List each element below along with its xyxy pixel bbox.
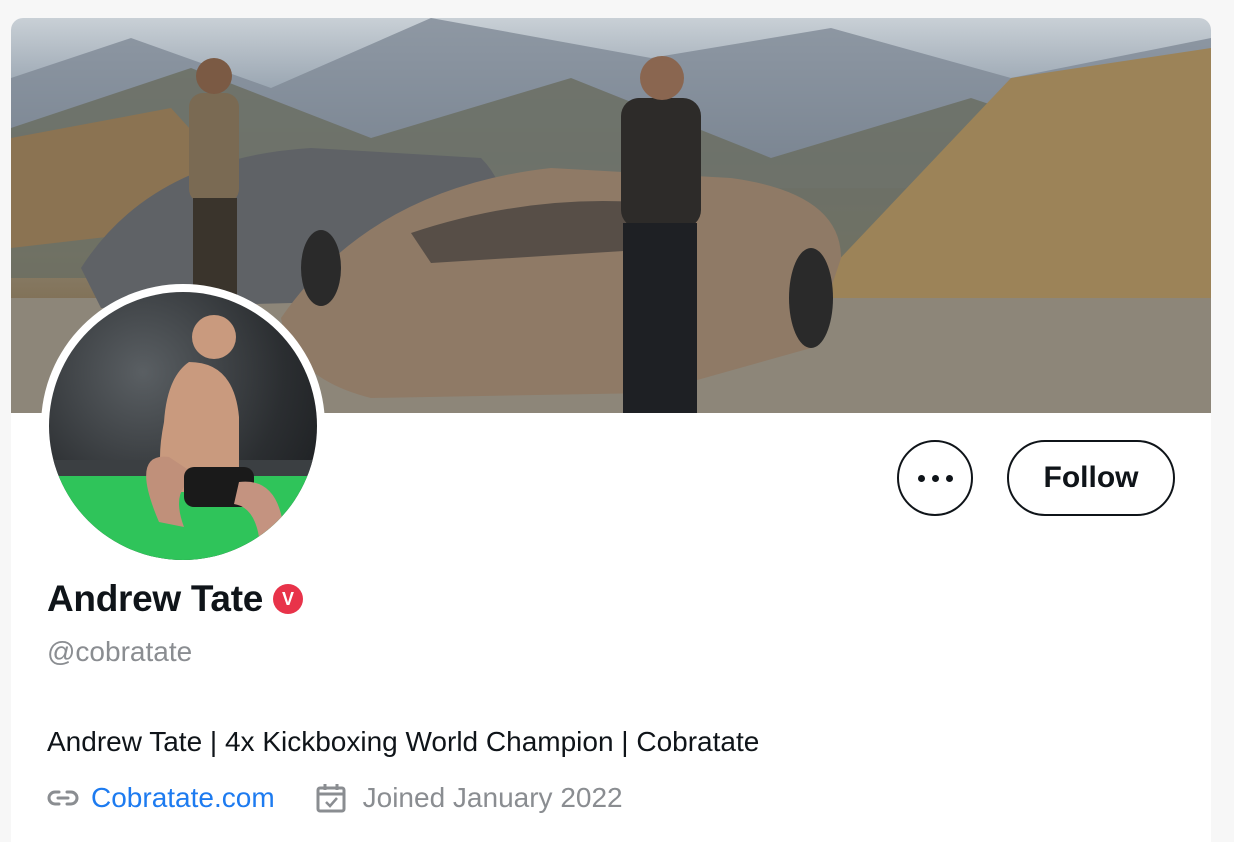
more-options-button[interactable]: [897, 440, 973, 516]
profile-display-name: Andrew Tate: [47, 578, 263, 619]
profile-website-link[interactable]: Cobratate.com: [91, 782, 275, 814]
profile-name-row: Andrew Tate V: [47, 578, 303, 620]
profile-avatar[interactable]: [41, 284, 325, 568]
profile-bio: Andrew Tate | 4x Kickboxing World Champi…: [47, 726, 760, 757]
profile-joined-date: Joined January 2022: [362, 782, 623, 813]
profile-handle: @cobratate: [47, 636, 193, 667]
ellipsis-icon: [917, 474, 925, 482]
ellipsis-icon: [931, 474, 939, 482]
calendar-icon: [316, 784, 346, 813]
follow-button[interactable]: Follow: [1007, 440, 1175, 516]
link-icon: [47, 790, 79, 806]
profile-card: Follow Andrew Tate V @cobratate Andrew T…: [11, 18, 1211, 842]
verified-badge-icon: V: [273, 584, 303, 614]
ellipsis-icon: [945, 474, 953, 482]
profile-meta: Cobratate.com Joined January 2022: [47, 782, 623, 814]
avatar-photo: [49, 292, 317, 560]
